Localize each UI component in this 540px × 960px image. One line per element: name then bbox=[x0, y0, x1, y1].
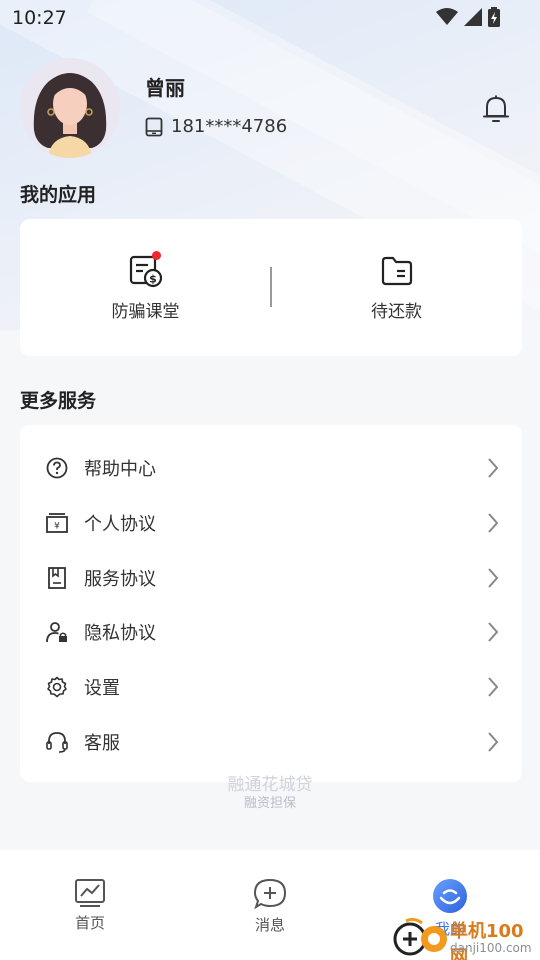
gear-icon bbox=[46, 676, 68, 698]
svg-text:$: $ bbox=[149, 273, 157, 286]
chevron-right-icon bbox=[488, 677, 499, 697]
message-plus-icon bbox=[253, 878, 287, 910]
notification-bell-button[interactable] bbox=[482, 94, 510, 128]
wifi-icon bbox=[436, 8, 458, 25]
chevron-right-icon bbox=[488, 732, 499, 752]
svg-text:¥: ¥ bbox=[54, 522, 60, 532]
status-icons bbox=[436, 7, 500, 27]
tab-home[interactable]: 首页 bbox=[0, 850, 180, 960]
service-item-service-agreement[interactable]: 服务协议 bbox=[20, 550, 522, 605]
service-item-settings[interactable]: 设置 bbox=[20, 660, 522, 715]
status-time: 10:27 bbox=[12, 7, 67, 29]
service-item-customer-service[interactable]: 客服 bbox=[20, 714, 522, 769]
chevron-right-icon bbox=[488, 622, 499, 643]
chart-board-icon bbox=[75, 879, 105, 907]
tab-messages[interactable]: 消息 bbox=[180, 850, 360, 960]
headset-icon bbox=[46, 731, 68, 753]
chevron-right-icon bbox=[488, 458, 499, 479]
more-services-title: 更多服务 bbox=[20, 390, 97, 412]
phone-row: 181****4786 bbox=[145, 116, 287, 137]
watermark-url: danji100.com bbox=[450, 941, 532, 955]
user-lock-icon bbox=[46, 621, 68, 643]
service-label: 隐私协议 bbox=[84, 623, 156, 645]
app-pending-repayment[interactable]: 待还款 bbox=[271, 219, 522, 356]
new-badge-dot bbox=[152, 251, 161, 260]
tab-label: 首页 bbox=[74, 914, 105, 932]
phone-device-icon bbox=[145, 117, 163, 136]
bookmark-document-icon bbox=[46, 566, 68, 589]
service-item-help-center[interactable]: 帮助中心 bbox=[20, 441, 522, 496]
chevron-right-icon bbox=[488, 513, 499, 533]
service-label: 服务协议 bbox=[84, 568, 156, 590]
service-label: 帮助中心 bbox=[84, 459, 156, 481]
service-label: 个人协议 bbox=[84, 514, 156, 536]
service-item-personal-agreement[interactable]: ¥ 个人协议 bbox=[20, 496, 522, 551]
face-blue-icon bbox=[433, 879, 467, 913]
phone-number: 181****4786 bbox=[171, 116, 288, 137]
yen-receipt-icon: ¥ bbox=[46, 512, 68, 534]
service-label: 设置 bbox=[84, 678, 120, 700]
avatar-illustration bbox=[20, 58, 120, 158]
service-item-privacy-agreement[interactable]: 隐私协议 bbox=[20, 605, 522, 660]
status-bar: 10:27 bbox=[0, 0, 540, 36]
folder-icon bbox=[381, 256, 412, 286]
tab-label: 消息 bbox=[254, 916, 285, 934]
my-apps-title: 我的应用 bbox=[20, 184, 97, 206]
app-label: 防骗课堂 bbox=[111, 302, 180, 322]
footer-subtitle: 融资担保 bbox=[243, 796, 296, 811]
user-name: 曾丽 bbox=[145, 76, 185, 100]
bell-icon bbox=[483, 95, 509, 122]
signal-icon bbox=[464, 8, 482, 26]
avatar[interactable] bbox=[20, 58, 120, 158]
chevron-right-icon bbox=[488, 568, 499, 588]
app-label: 待还款 bbox=[371, 302, 422, 322]
my-apps-card: $ 防骗课堂 待还款 bbox=[20, 219, 522, 356]
help-circle-icon bbox=[46, 457, 68, 479]
more-services-card: 帮助中心 ¥ 个人协议 服务协议 隐私协议 设置 客服 bbox=[20, 425, 522, 782]
watermark-logo-icon bbox=[393, 917, 447, 956]
battery-icon bbox=[488, 7, 500, 27]
app-anti-fraud-class[interactable]: $ 防骗课堂 bbox=[20, 219, 271, 356]
service-label: 客服 bbox=[84, 732, 120, 754]
watermark: 单机100网 danji100.com bbox=[390, 915, 540, 960]
